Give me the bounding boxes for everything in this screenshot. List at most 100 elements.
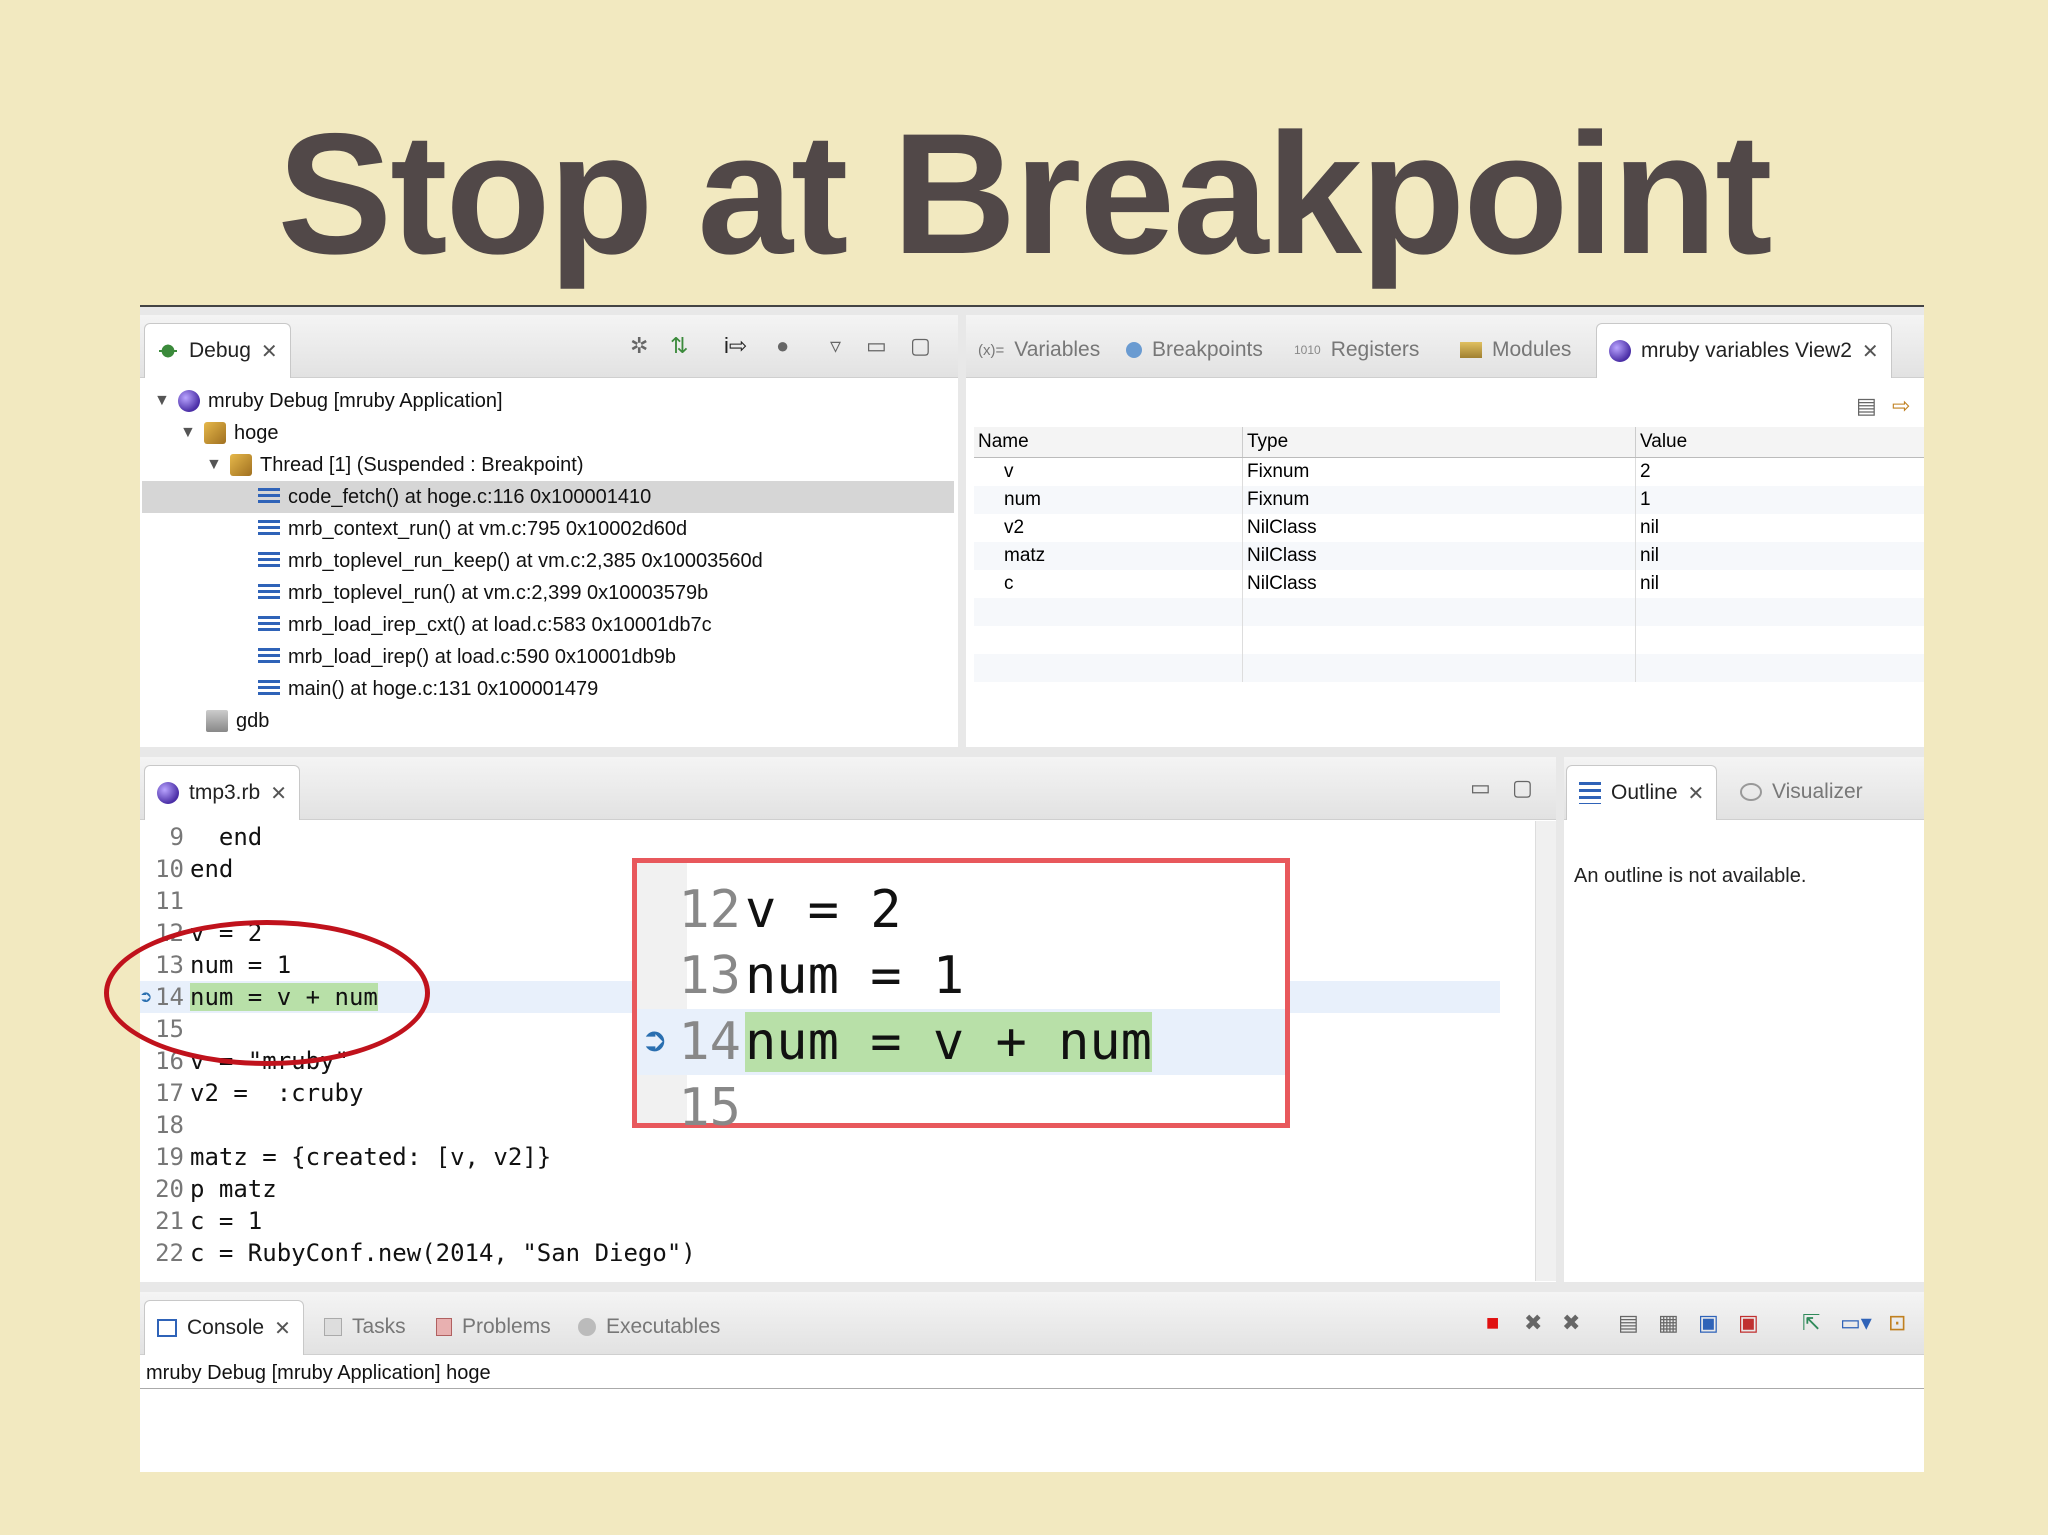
tab-executables-label: Executables <box>606 1315 721 1338</box>
table-row[interactable]: v2 NilClass nil <box>974 514 1924 542</box>
code-text: v2 = :cruby <box>190 1079 364 1107</box>
close-icon[interactable]: ✕ <box>1862 339 1879 364</box>
table-cell: v2 <box>974 514 1243 542</box>
step-into-icon[interactable]: ⇅ <box>670 333 688 359</box>
table-row[interactable] <box>974 598 1924 626</box>
editor-tabbar: tmp3.rb ✕ ▭ ▢ <box>140 757 1556 820</box>
table-cell: matz <box>974 542 1243 570</box>
debug-bug-icon <box>157 340 179 362</box>
pin-console-icon[interactable]: ⇱ <box>1802 1310 1820 1336</box>
line-number: 9 <box>169 823 184 851</box>
table-row[interactable]: v Fixnum 2 <box>974 457 1924 486</box>
zoom-callout: 12v = 2 13num = 1 ➲ 14num = v + num 15 <box>632 858 1290 1138</box>
layout-icon[interactable]: ⇨ <box>1892 393 1910 419</box>
show-on-output-icon[interactable]: ▣ <box>1698 1310 1719 1336</box>
column-header[interactable]: Name <box>974 427 1243 458</box>
resume-icon[interactable]: ✲ <box>630 333 648 359</box>
remove-launch-icon[interactable]: ✖ <box>1524 1310 1542 1336</box>
code-text: c = 1 <box>190 1207 263 1235</box>
table-row[interactable] <box>974 626 1924 654</box>
tab-breakpoints[interactable]: Breakpoints <box>1114 323 1275 377</box>
close-icon[interactable]: ✕ <box>261 339 278 364</box>
tree-item[interactable]: gdb <box>206 705 269 737</box>
view-menu-icon[interactable]: ▿ <box>830 333 841 359</box>
table-cell: Fixnum <box>1242 486 1636 514</box>
table-cell <box>1635 654 1924 682</box>
tab-problems-label: Problems <box>462 1315 551 1338</box>
stack-frame-item[interactable]: mrb_toplevel_run() at vm.c:2,399 0x10003… <box>258 577 708 609</box>
code-line[interactable]: 19 matz = {created: [v, v2]} <box>140 1141 1500 1173</box>
line-number: 19 <box>155 1143 184 1171</box>
code-line[interactable]: 20 p matz <box>140 1173 1500 1205</box>
expand-toggle-icon[interactable]: ▼ <box>154 392 170 410</box>
threads-icon[interactable]: ● <box>776 333 789 359</box>
show-on-error-icon[interactable]: ▣ <box>1738 1310 1759 1336</box>
close-icon[interactable]: ✕ <box>270 781 287 806</box>
line-number: 10 <box>155 855 184 883</box>
step-over-icon[interactable]: i⇨ <box>724 333 747 359</box>
collapse-all-icon[interactable]: ▤ <box>1856 393 1877 419</box>
tab-modules[interactable]: Modules <box>1448 323 1583 377</box>
tree-item[interactable]: ▼ mruby Debug [mruby Application] <box>154 385 503 417</box>
clear-console-icon[interactable]: ▤ <box>1618 1310 1639 1336</box>
table-cell: Fixnum <box>1242 457 1636 486</box>
display-console-icon[interactable]: ▭▾ <box>1840 1310 1872 1336</box>
tab-variables[interactable]: (x)= Variables <box>966 323 1112 377</box>
expand-toggle-icon[interactable]: ▼ <box>206 456 222 474</box>
stack-frame-item[interactable]: mrb_load_irep() at load.c:590 0x10001db9… <box>258 641 676 673</box>
thread-icon <box>230 454 252 476</box>
slide-title: Stop at Breakpoint <box>277 98 1772 290</box>
code-text: c = RubyConf.new(2014, "San Diego") <box>190 1239 696 1267</box>
expand-toggle-icon[interactable]: ▼ <box>180 424 196 442</box>
code-line[interactable]: 22 c = RubyConf.new(2014, "San Diego") <box>140 1237 1500 1269</box>
tab-mruby-variables[interactable]: mruby variables View2 ✕ <box>1596 323 1892 378</box>
column-header[interactable]: Type <box>1242 427 1636 458</box>
table-row[interactable]: num Fixnum 1 <box>974 486 1924 514</box>
editor-scrollbar[interactable] <box>1535 821 1556 1281</box>
table-cell <box>1635 598 1924 626</box>
stack-frame-item[interactable]: mrb_load_irep_cxt() at load.c:583 0x1000… <box>258 609 712 641</box>
tab-executables[interactable]: Executables <box>566 1300 732 1354</box>
remove-all-icon[interactable]: ✖ <box>1562 1310 1580 1336</box>
tab-debug[interactable]: Debug ✕ <box>144 323 291 378</box>
close-icon[interactable]: ✕ <box>274 1316 291 1341</box>
tab-registers[interactable]: 1010 Registers <box>1282 323 1431 377</box>
table-row[interactable] <box>974 654 1924 682</box>
tab-tasks[interactable]: Tasks <box>312 1300 418 1354</box>
code-text: end <box>190 855 234 883</box>
tree-item[interactable]: ▼ hoge <box>180 417 279 449</box>
stack-frame-item[interactable]: mrb_context_run() at vm.c:795 0x10002d60… <box>258 513 687 545</box>
maximize-icon[interactable]: ▢ <box>910 333 931 359</box>
tab-outline[interactable]: Outline ✕ <box>1566 765 1718 820</box>
minimize-icon[interactable]: ▭ <box>1470 775 1491 801</box>
minimize-icon[interactable]: ▭ <box>866 333 887 359</box>
table-cell: c <box>974 570 1243 598</box>
line-number: 20 <box>155 1175 184 1203</box>
code-line[interactable]: 9 end <box>140 821 1500 853</box>
code-text: v = 2 <box>745 880 902 940</box>
stack-frame-item[interactable]: main() at hoge.c:131 0x100001479 <box>258 673 598 705</box>
close-icon[interactable]: ✕ <box>1688 781 1705 806</box>
table-row[interactable]: c NilClass nil <box>974 570 1924 598</box>
column-header[interactable]: Value <box>1635 427 1924 458</box>
stack-frame-item[interactable]: mrb_toplevel_run_keep() at vm.c:2,385 0x… <box>258 545 763 577</box>
scroll-lock-icon[interactable]: ▦ <box>1658 1310 1679 1336</box>
tab-console[interactable]: Console ✕ <box>144 1300 304 1355</box>
variables-icon: (x)= <box>978 341 1005 359</box>
stack-frame-icon <box>258 680 280 698</box>
code-line[interactable]: 21 c = 1 <box>140 1205 1500 1237</box>
table-cell <box>974 598 1243 626</box>
open-console-icon[interactable]: ⊡ <box>1888 1310 1906 1336</box>
maximize-icon[interactable]: ▢ <box>1512 775 1533 801</box>
outline-panel: Outline ✕ Visualizer An outline is not a… <box>1564 757 1924 1282</box>
tab-problems[interactable]: Problems <box>424 1300 563 1354</box>
tree-item[interactable]: ▼ Thread [1] (Suspended : Breakpoint) <box>206 449 584 481</box>
tree-item-label: main() at hoge.c:131 0x100001479 <box>288 677 599 700</box>
tab-tmp3-rb[interactable]: tmp3.rb ✕ <box>144 765 300 820</box>
stack-frame-item[interactable]: code_fetch() at hoge.c:116 0x100001410 <box>142 481 954 513</box>
table-cell: nil <box>1635 570 1924 598</box>
tab-outline-label: Outline <box>1611 781 1678 804</box>
table-row[interactable]: matz NilClass nil <box>974 542 1924 570</box>
terminate-icon[interactable]: ■ <box>1486 1310 1499 1336</box>
tab-visualizer[interactable]: Visualizer <box>1728 765 1875 819</box>
